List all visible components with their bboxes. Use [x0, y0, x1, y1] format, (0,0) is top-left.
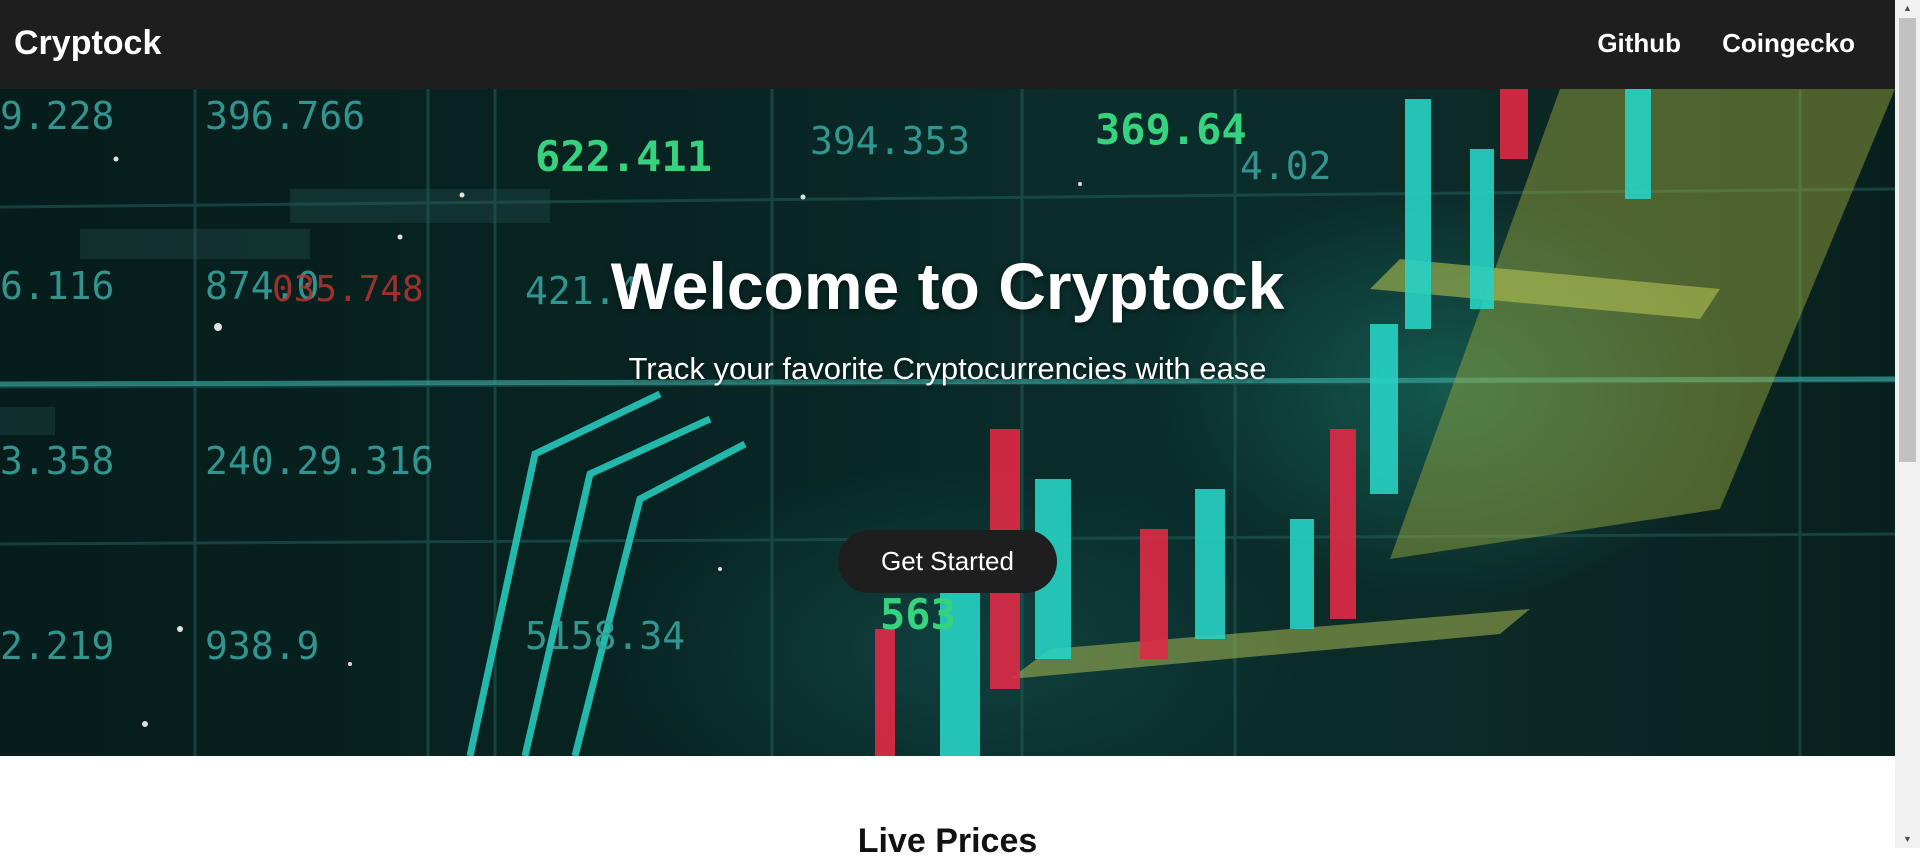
github-link[interactable]: Github [1597, 26, 1681, 60]
scroll-up-arrow-icon[interactable]: ▲ [1895, 0, 1920, 17]
navbar: Cryptock Github Coingecko [0, 0, 1895, 89]
hero-subtitle: Track your favorite Cryptocurrencies wit… [628, 351, 1267, 386]
hero-background-image: 9.228 396.766 6.116 874.0 3.358 240.29.3… [0, 89, 1895, 756]
coingecko-link[interactable]: Coingecko [1722, 26, 1855, 60]
brand-logo[interactable]: Cryptock [14, 22, 161, 64]
nav-links: Github Coingecko [1597, 26, 1855, 60]
scroll-down-arrow-icon[interactable]: ▼ [1895, 831, 1920, 848]
live-prices-heading: Live Prices [857, 822, 1038, 860]
hero-banner: 9.228 396.766 6.116 874.0 3.358 240.29.3… [0, 89, 1895, 756]
page-scrollbar[interactable]: ▲ ▼ [1895, 0, 1920, 848]
get-started-button[interactable]: Get Started [838, 530, 1057, 593]
scrollbar-thumb[interactable] [1899, 18, 1916, 462]
hero-title: Welcome to Cryptock [610, 249, 1285, 323]
